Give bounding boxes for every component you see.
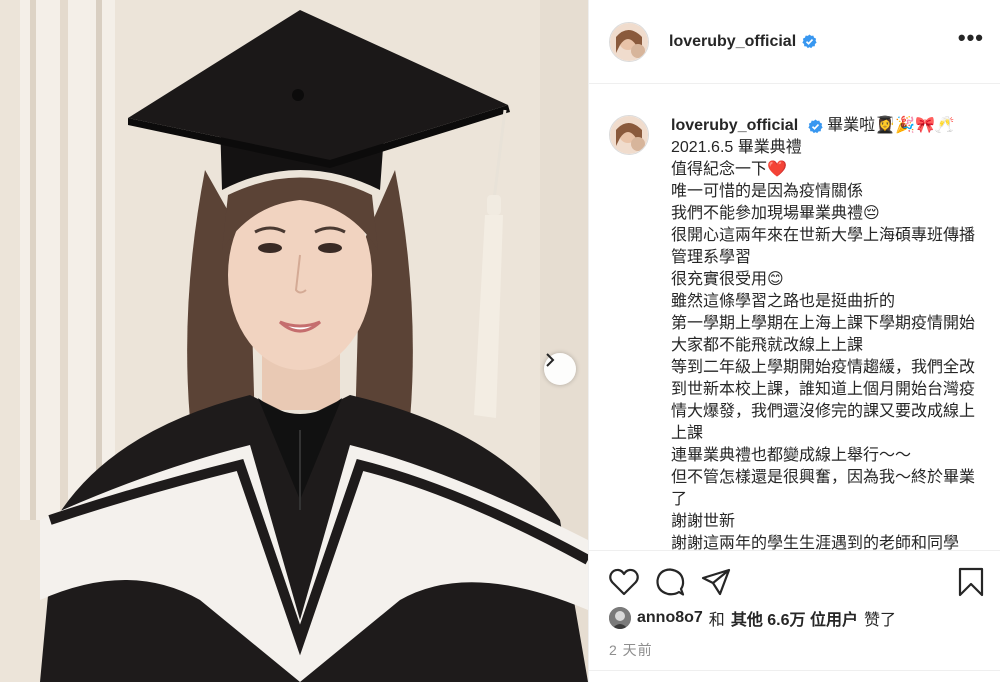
caption-line: 雖然這條學習之路也是挺曲折的 bbox=[671, 293, 896, 310]
post-header: loveruby_official ••• bbox=[589, 0, 1000, 84]
caption-line: 等到二年級上學期開始疫情趨緩，我們全改到世新本校上課，誰知道上個月開始台灣疫情大… bbox=[671, 359, 976, 442]
caption-line: 值得紀念一下❤️ bbox=[671, 161, 787, 178]
likes-and: 和 bbox=[708, 612, 725, 629]
comment-icon bbox=[656, 568, 685, 596]
caption-line: 謝謝世新 bbox=[671, 513, 736, 530]
liker-avatar[interactable] bbox=[609, 607, 631, 629]
caption-text: loveruby_official 畢業啦👩‍🎓🎉🎀🥂 2021.6.5 畢業典… bbox=[671, 115, 985, 551]
avatar-image bbox=[609, 607, 631, 629]
caption-username[interactable]: loveruby_official bbox=[671, 115, 798, 137]
caption-line: 但不管怎樣還是很興奮，因為我～終於畢業了 bbox=[671, 469, 976, 508]
caption-scroll-area[interactable]: loveruby_official 畢業啦👩‍🎓🎉🎀🥂 2021.6.5 畢業典… bbox=[589, 85, 1000, 551]
caption-head: 畢業啦👩‍🎓🎉🎀🥂 bbox=[827, 117, 955, 134]
post-photo[interactable] bbox=[0, 0, 588, 682]
verified-badge-icon bbox=[802, 34, 817, 49]
post-timestamp[interactable]: 2 天前 bbox=[609, 640, 653, 660]
share-button[interactable] bbox=[701, 568, 731, 596]
caption-line: 唯一可惜的是因為疫情關係 bbox=[671, 183, 864, 200]
carousel-next-button[interactable] bbox=[544, 353, 576, 385]
caption-line: 很開心這兩年來在世新大學上海碩專班傳播管理系學習 bbox=[671, 227, 976, 266]
comment-button[interactable] bbox=[655, 567, 685, 597]
likes-summary: anno8o7 和 其他 6.6万 位用户 赞了 bbox=[609, 606, 902, 630]
verified-badge-icon bbox=[808, 118, 823, 134]
avatar-image bbox=[610, 22, 648, 61]
chevron-right-icon bbox=[546, 353, 555, 367]
caption-avatar[interactable] bbox=[609, 115, 649, 155]
post-username[interactable]: loveruby_official bbox=[669, 33, 796, 51]
post-actions bbox=[609, 565, 984, 599]
avatar[interactable] bbox=[609, 21, 649, 62]
caption-line: 我們不能參加現場畢業典禮😔 bbox=[671, 205, 880, 222]
caption-line: 2021.6.5 畢業典禮 bbox=[671, 139, 802, 156]
caption-line: 謝謝這兩年的學生生涯遇到的老師和同學 bbox=[671, 535, 960, 551]
liker-username[interactable]: anno8o7 bbox=[637, 609, 703, 626]
likes-others-link[interactable]: 其他 6.6万 位用户 bbox=[731, 612, 858, 629]
caption-line: 很充實很受用😊 bbox=[671, 271, 784, 288]
post-details-panel: loveruby_official ••• loveruby_official bbox=[588, 0, 1000, 682]
like-button[interactable] bbox=[609, 568, 639, 596]
caption-line: 連畢業典禮也都變成線上舉行～～ bbox=[671, 447, 912, 464]
graduation-portrait-image bbox=[0, 0, 588, 682]
avatar-image bbox=[610, 116, 648, 154]
likes-liked-text: 赞了 bbox=[863, 612, 896, 629]
divider bbox=[589, 670, 1000, 671]
heart-icon bbox=[609, 568, 639, 596]
caption-row: loveruby_official 畢業啦👩‍🎓🎉🎀🥂 2021.6.5 畢業典… bbox=[589, 85, 1000, 551]
caption-first-line: loveruby_official 畢業啦👩‍🎓🎉🎀🥂 bbox=[671, 115, 985, 137]
more-options-icon[interactable]: ••• bbox=[958, 26, 984, 57]
save-button[interactable] bbox=[958, 567, 984, 597]
share-icon bbox=[701, 568, 731, 596]
caption-line: 第一學期上學期在上海上課下學期疫情開始大家都不能飛就改線上上課 bbox=[671, 315, 976, 354]
bookmark-icon bbox=[958, 567, 984, 597]
